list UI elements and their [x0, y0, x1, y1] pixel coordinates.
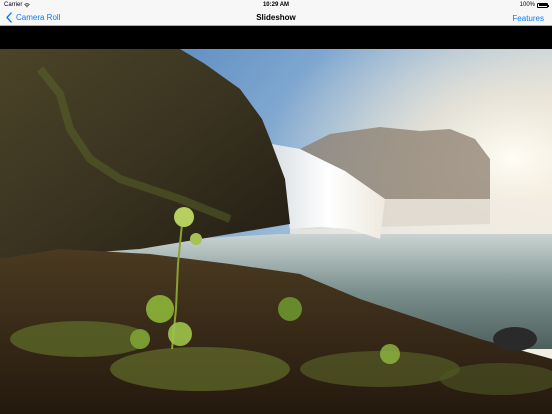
back-button[interactable]: Camera Roll	[4, 12, 60, 23]
back-button-label: Camera Roll	[16, 13, 61, 22]
slideshow-photo[interactable]	[0, 49, 552, 414]
battery-icon	[537, 2, 549, 8]
slideshow-stage[interactable]	[0, 26, 552, 414]
status-bar: Carrier 10:29 AM 100%	[0, 0, 552, 10]
chevron-left-icon	[6, 12, 12, 23]
battery-percent: 100%	[519, 2, 535, 8]
page-title: Slideshow	[256, 13, 296, 22]
status-time: 10:29 AM	[262, 1, 290, 8]
features-button[interactable]: Features	[512, 14, 544, 23]
battery-indicator: 100%	[519, 2, 549, 8]
navigation-bar: Camera Roll Slideshow Features	[0, 10, 552, 26]
